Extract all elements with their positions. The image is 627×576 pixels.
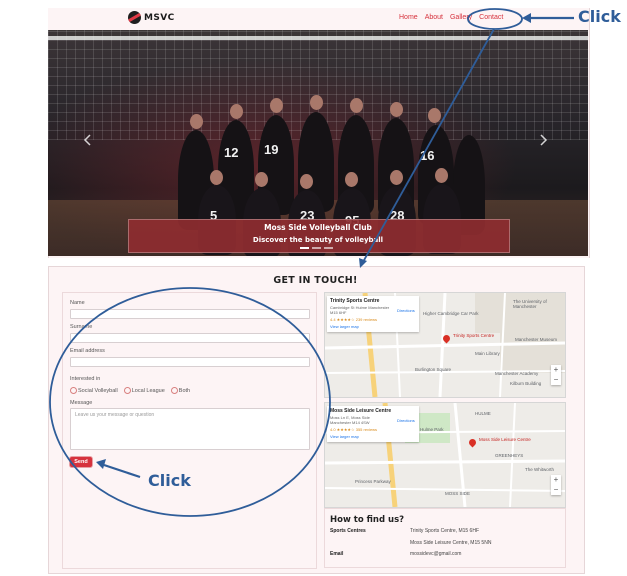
arrow-head-icon [96, 459, 106, 469]
arrow-head-icon [359, 258, 367, 268]
click-annotation-bottom: Click [148, 471, 191, 490]
arrow-head-icon [522, 13, 531, 23]
annotation-arrow [362, 28, 495, 263]
click-annotation-top: Click [578, 7, 621, 26]
annotation-overlay [49, 8, 574, 517]
annotation-arrow [103, 463, 141, 479]
contact-highlight-ellipse [467, 8, 523, 30]
